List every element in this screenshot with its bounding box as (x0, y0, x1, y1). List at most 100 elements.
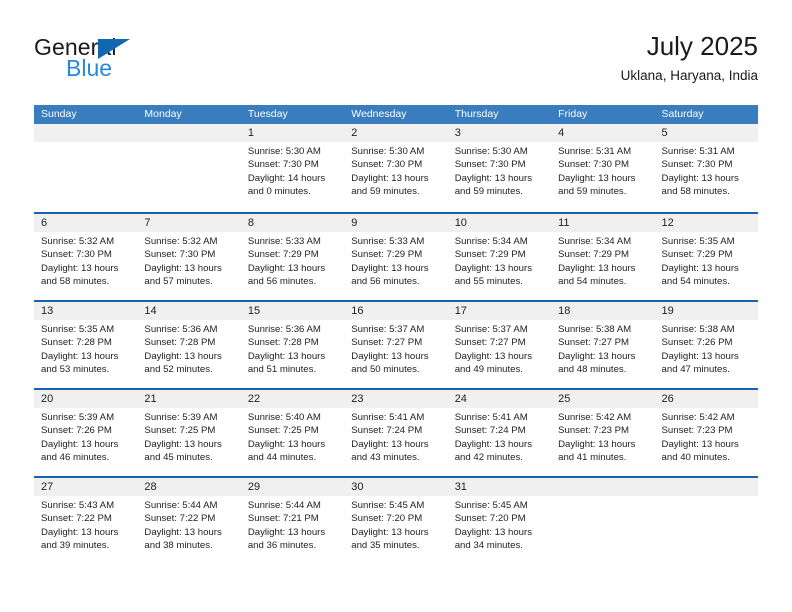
day-number[interactable]: 16 (344, 302, 447, 320)
day-cell[interactable]: Sunrise: 5:34 AM Sunset: 7:29 PM Daylight:… (551, 232, 654, 300)
day-number[interactable]: 7 (137, 214, 240, 232)
day-detail-line: Daylight: 14 hours (247, 172, 326, 184)
day-number[interactable]: 11 (551, 214, 654, 232)
day-detail-line: Daylight: 13 hours (454, 350, 533, 362)
day-cell[interactable]: Sunrise: 5:36 AM Sunset: 7:28 PM Daylight:… (137, 320, 240, 388)
day-number[interactable]: 15 (241, 302, 344, 320)
page-title: July 2025 (646, 31, 758, 61)
day-details-band: Sunrise: 5:43 AM Sunset: 7:22 PM Daylight:… (34, 496, 758, 564)
day-number[interactable]: 12 (655, 214, 758, 232)
day-detail-line: Sunrise: 5:38 AM (558, 324, 632, 335)
day-cell[interactable]: Sunrise: 5:45 AM Sunset: 7:20 PM Daylight:… (448, 496, 551, 564)
day-detail-line: Sunset: 7:30 PM (247, 159, 319, 171)
day-cell[interactable]: Sunrise: 5:41 AM Sunset: 7:24 PM Daylight:… (448, 408, 551, 476)
day-cell[interactable]: Sunrise: 5:37 AM Sunset: 7:27 PM Daylight:… (344, 320, 447, 388)
day-detail-line: Daylight: 13 hours (558, 350, 636, 362)
calendar-page: General Blue July 2025 Uklana, Haryana, … (0, 0, 792, 612)
day-detail-line: Sunset: 7:27 PM (454, 337, 526, 349)
day-cell[interactable]: Sunrise: 5:41 AM Sunset: 7:24 PM Daylight:… (344, 408, 447, 476)
day-number[interactable]: 25 (551, 390, 654, 408)
day-number[interactable]: 5 (655, 124, 758, 142)
day-detail-line: and 58 minutes. (661, 186, 730, 198)
day-detail-line: Sunrise: 5:31 AM (558, 146, 632, 157)
day-cell[interactable]: Sunrise: 5:38 AM Sunset: 7:27 PM Daylight:… (551, 320, 654, 388)
day-number[interactable]: 28 (137, 478, 240, 496)
day-detail-line: Daylight: 13 hours (351, 438, 429, 450)
day-cell[interactable]: Sunrise: 5:39 AM Sunset: 7:26 PM Daylight:… (34, 408, 137, 476)
day-number[interactable]: 13 (34, 302, 137, 320)
day-cell[interactable]: Sunrise: 5:31 AM Sunset: 7:30 PM Daylight:… (655, 142, 758, 210)
day-number[interactable]: 23 (344, 390, 447, 408)
day-cell[interactable]: Sunrise: 5:38 AM Sunset: 7:26 PM Daylight:… (655, 320, 758, 388)
day-number[interactable]: 27 (34, 478, 137, 496)
day-detail-line: Daylight: 13 hours (41, 526, 119, 538)
day-cell[interactable]: Sunrise: 5:34 AM Sunset: 7:29 PM Daylight:… (448, 232, 551, 300)
day-number[interactable]: 19 (655, 302, 758, 320)
day-number[interactable]: 9 (344, 214, 447, 232)
day-cell[interactable]: Sunrise: 5:32 AM Sunset: 7:30 PM Daylight:… (137, 232, 240, 300)
day-number-band: 12345 (34, 124, 758, 142)
day-detail-line: and 41 minutes. (558, 452, 627, 464)
calendar-week-row: 6 7 8 9 10 11 12 Sunrise: 5:32 AM Sunset: 7:30 P… (34, 212, 758, 300)
day-detail-line: Sunset: 7:26 PM (661, 337, 733, 349)
day-number[interactable]: 18 (551, 302, 654, 320)
day-number[interactable]: 22 (241, 390, 344, 408)
day-number[interactable]: 6 (34, 214, 137, 232)
day-cell[interactable]: Sunrise: 5:33 AM Sunset: 7:29 PM Daylight:… (344, 232, 447, 300)
day-cell[interactable]: Sunrise: 5:39 AM Sunset: 7:25 PM Daylight:… (137, 408, 240, 476)
day-cell[interactable]: Sunrise: 5:40 AM Sunset: 7:25 PM Daylight:… (241, 408, 344, 476)
day-cell[interactable]: Sunrise: 5:36 AM Sunset: 7:28 PM Daylight:… (241, 320, 344, 388)
day-detail-line: Daylight: 13 hours (661, 262, 739, 274)
day-cell[interactable]: Sunrise: 5:44 AM Sunset: 7:21 PM Daylight:… (241, 496, 344, 564)
day-detail-line: Daylight: 13 hours (558, 172, 636, 184)
day-detail-line: Daylight: 13 hours (144, 438, 222, 450)
day-cell[interactable]: Sunrise: 5:32 AM Sunset: 7:30 PM Daylight:… (34, 232, 137, 300)
day-cell-empty (655, 496, 758, 564)
day-cell[interactable]: Sunrise: 5:37 AM Sunset: 7:27 PM Daylight:… (448, 320, 551, 388)
day-detail-line: Sunrise: 5:42 AM (661, 412, 735, 423)
day-detail-line: Daylight: 13 hours (351, 526, 429, 538)
day-number[interactable]: 14 (137, 302, 240, 320)
general-blue-logo[interactable]: General Blue (34, 34, 214, 92)
day-detail-line: Daylight: 13 hours (454, 438, 533, 450)
day-number[interactable]: 4 (551, 124, 654, 142)
day-detail-line: Sunset: 7:30 PM (351, 159, 423, 171)
day-number[interactable]: 21 (137, 390, 240, 408)
day-number-empty (34, 124, 137, 142)
day-cell[interactable]: Sunrise: 5:42 AM Sunset: 7:23 PM Daylight:… (655, 408, 758, 476)
day-number[interactable]: 17 (448, 302, 551, 320)
day-number[interactable]: 1 (241, 124, 344, 142)
day-cell[interactable]: Sunrise: 5:30 AM Sunset: 7:30 PM Daylight:… (241, 142, 344, 210)
day-details-band: Sunrise: 5:32 AM Sunset: 7:30 PM Daylight:… (34, 232, 758, 300)
day-number[interactable]: 30 (344, 478, 447, 496)
day-number[interactable]: 26 (655, 390, 758, 408)
day-cell-empty (551, 496, 654, 564)
day-number[interactable]: 20 (34, 390, 137, 408)
day-number[interactable]: 8 (241, 214, 344, 232)
day-cell[interactable]: Sunrise: 5:30 AM Sunset: 7:30 PM Daylight:… (448, 142, 551, 210)
day-number[interactable]: 24 (448, 390, 551, 408)
day-number[interactable]: 2 (344, 124, 447, 142)
day-detail-line: and 38 minutes. (144, 540, 213, 552)
day-detail-line: Sunrise: 5:45 AM (454, 500, 528, 511)
day-cell[interactable]: Sunrise: 5:42 AM Sunset: 7:23 PM Daylight:… (551, 408, 654, 476)
day-cell[interactable]: Sunrise: 5:44 AM Sunset: 7:22 PM Daylight:… (137, 496, 240, 564)
day-number[interactable]: 31 (448, 478, 551, 496)
day-cell[interactable]: Sunrise: 5:31 AM Sunset: 7:30 PM Daylight:… (551, 142, 654, 210)
day-cell[interactable]: Sunrise: 5:33 AM Sunset: 7:29 PM Daylight:… (241, 232, 344, 300)
day-cell[interactable]: Sunrise: 5:45 AM Sunset: 7:20 PM Daylight:… (344, 496, 447, 564)
day-number-band: 6 7 8 9 10 11 12 (34, 214, 758, 232)
day-cell[interactable]: Sunrise: 5:43 AM Sunset: 7:22 PM Daylight:… (34, 496, 137, 564)
day-cell[interactable]: Sunrise: 5:30 AM Sunset: 7:30 PM Daylight:… (344, 142, 447, 210)
day-number[interactable]: 29 (241, 478, 344, 496)
day-detail-line: Sunset: 7:29 PM (247, 249, 319, 261)
day-cell[interactable]: Sunrise: 5:35 AM Sunset: 7:29 PM Daylight:… (655, 232, 758, 300)
day-number[interactable]: 3 (448, 124, 551, 142)
day-detail-line: and 54 minutes. (558, 276, 627, 288)
day-detail-line: Sunrise: 5:38 AM (661, 324, 735, 335)
column-header-sunday: Sunday (41, 108, 77, 120)
day-detail-line: Sunset: 7:30 PM (144, 249, 216, 261)
day-detail-line: Sunrise: 5:34 AM (454, 236, 528, 247)
day-cell[interactable]: Sunrise: 5:35 AM Sunset: 7:28 PM Daylight:… (34, 320, 137, 388)
day-number[interactable]: 10 (448, 214, 551, 232)
